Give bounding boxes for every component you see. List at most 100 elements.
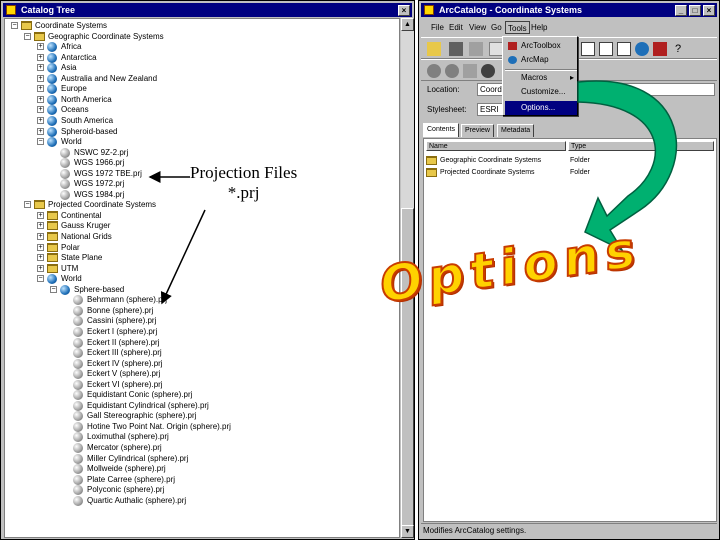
zoom-in-icon[interactable] [427,64,441,78]
collapse-icon[interactable]: − [24,201,31,209]
maximize-icon[interactable]: □ [689,5,701,16]
menu-item-customize[interactable]: Customize... [505,85,577,99]
scroll-up-icon[interactable]: ▲ [401,18,414,31]
collapse-icon[interactable]: − [37,138,44,146]
expand-icon[interactable]: + [37,116,44,124]
folder-icon [34,200,45,210]
expand-icon[interactable]: + [37,211,44,219]
tree-node-label: Gall Stereographic (sphere).prj [87,411,197,421]
expand-icon[interactable]: + [37,233,44,240]
collapse-icon[interactable]: − [11,22,18,29]
tree-node-label: Australia and New Zealand [61,73,158,83]
scroll-down-icon[interactable]: ▼ [401,525,414,538]
tree-node-label: National Grids [61,232,112,241]
list-item-type: Folder [570,157,590,164]
catalog-tree: − Coordinate Systems − Geographic Coordinat… [4,18,400,538]
location-label: Location: [427,85,460,94]
tree-node-label: Coordinate Systems [35,21,108,30]
expand-icon[interactable]: + [37,64,44,72]
status-bar: Modifies ArcCatalog settings. [421,523,717,537]
tree-node-label: Polyconic (sphere).prj [87,485,165,495]
tab-contents[interactable]: Contents [423,123,460,137]
projection-file-icon [60,168,70,179]
menu-go[interactable]: Go [489,21,504,34]
catalog-tree-window: Catalog Tree × − Coordinate Systems − Geogr… [0,0,415,540]
tree-node-label: Loximuthal (sphere).prj [87,432,169,442]
expand-icon[interactable]: + [37,43,44,51]
column-header-name[interactable]: Name [426,141,566,151]
full-extent-icon[interactable] [481,64,495,78]
projection-file-icon [60,189,70,200]
collapse-icon[interactable]: − [24,32,31,40]
expand-icon[interactable]: + [37,95,44,103]
tools-dropdown-menu: ArcToolbox ArcMap Macros ▸ Customize... … [502,36,578,116]
tree-node-label: Asia [61,63,77,73]
menu-help[interactable]: Help [529,21,549,34]
collapse-icon[interactable]: − [37,275,44,283]
connect-icon[interactable] [449,42,463,56]
expand-icon[interactable]: + [37,106,44,114]
tree-node-label: Plate Carree (sphere).prj [87,474,176,484]
copy-icon[interactable] [489,42,503,56]
projection-file-icon [73,379,83,390]
projection-file-icon [73,432,83,443]
pan-icon[interactable] [463,64,477,78]
details-icon[interactable] [617,42,631,56]
tab-preview[interactable]: Preview [461,124,494,137]
expand-icon[interactable]: + [37,74,44,82]
projection-file-icon [73,295,83,306]
globe-icon[interactable] [635,42,649,56]
tree-node-label: Polar [61,242,80,252]
collapse-icon[interactable]: − [50,285,57,293]
menu-item-macros[interactable]: Macros ▸ [505,71,577,85]
tree-node-label: World [61,274,82,284]
tab-metadata[interactable]: Metadata [497,124,535,137]
globe-icon [47,115,57,126]
folder-icon [426,156,437,165]
minimize-icon[interactable]: _ [675,5,687,16]
tree-node-label: Projected Coordinate Systems [48,200,157,210]
close-icon[interactable]: × [398,5,410,16]
projection-files-label: Projection Files *.prj [190,163,297,203]
projection-file-icon [73,369,83,380]
menu-file[interactable]: File [429,21,446,34]
tree-node-label: Africa [61,42,82,52]
column-header-type[interactable]: Type [568,141,714,151]
menu-item-arctoolbox-label: ArcToolbox [521,41,561,50]
arctoolbox-icon[interactable] [653,42,667,56]
expand-icon[interactable]: + [37,264,44,272]
close-icon[interactable]: × [703,5,715,16]
expand-icon[interactable]: + [37,127,44,135]
menu-item-options[interactable]: Options... [505,101,577,115]
tree-node-label: World [61,137,82,147]
tree-node-label: Continental [61,210,102,220]
projection-file-icon [73,485,83,496]
expand-icon[interactable]: + [37,222,44,230]
zoom-out-icon[interactable] [445,64,459,78]
menu-item-arcmap[interactable]: ArcMap [505,53,577,67]
folder-icon [426,168,437,177]
expand-icon[interactable]: + [37,243,44,251]
tree-node-label: Sphere-based [74,284,125,294]
tree-node-label: Gauss Kruger [61,221,111,231]
arccatalog-titlebar: ArcCatalog - Coordinate Systems _ □ × [421,3,717,17]
expand-icon[interactable]: + [37,254,44,262]
help-icon[interactable]: ? [671,42,685,56]
disconnect-icon[interactable] [469,42,483,56]
expand-icon[interactable]: + [37,85,44,93]
folder-up-icon[interactable] [427,42,441,56]
large-icons-icon[interactable] [581,42,595,56]
menu-view[interactable]: View [467,21,488,34]
menu-edit[interactable]: Edit [447,21,465,34]
tree-node-label: Mollweide (sphere).prj [87,464,166,474]
list-icon[interactable] [599,42,613,56]
menu-item-arctoolbox[interactable]: ArcToolbox [505,39,577,53]
expand-icon[interactable]: + [37,53,44,61]
folder-icon [47,221,58,231]
projection-file-icon [73,390,83,401]
tree-node-label: WGS 1972.prj [74,179,125,189]
projection-file-icon [60,179,70,190]
menu-item-macros-label: Macros [521,73,548,82]
globe-icon [47,52,57,63]
menu-tools[interactable]: Tools [505,21,530,34]
